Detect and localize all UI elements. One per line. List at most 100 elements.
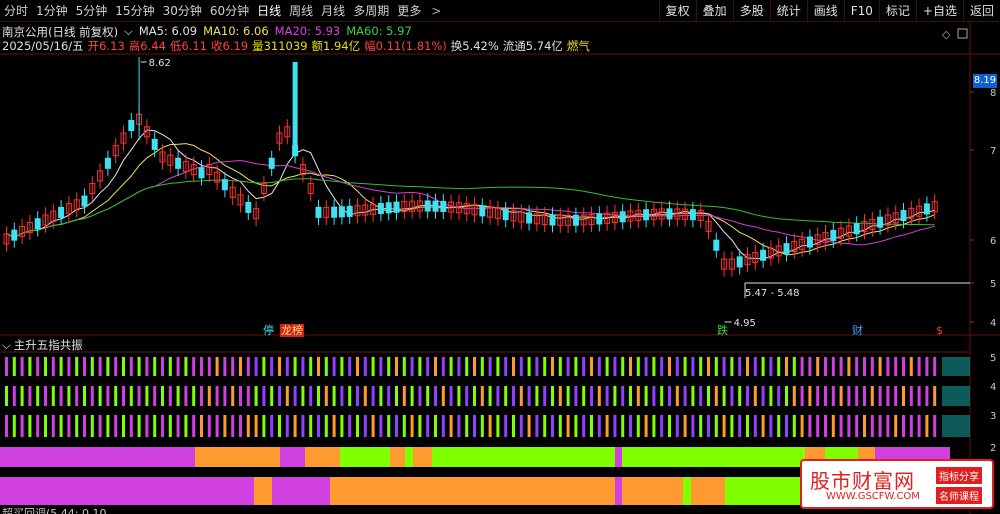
- candle[interactable]: [721, 251, 728, 277]
- candle[interactable]: [658, 201, 665, 227]
- candle[interactable]: [541, 206, 548, 233]
- candle[interactable]: [65, 196, 72, 222]
- indicator-bar: [707, 415, 710, 437]
- candle[interactable]: [619, 204, 626, 230]
- candle[interactable]: [682, 201, 689, 227]
- candle[interactable]: [643, 202, 650, 228]
- row-end-shade: [942, 357, 970, 376]
- candle[interactable]: [81, 188, 88, 214]
- candle[interactable]: [479, 198, 486, 224]
- candle[interactable]: [175, 150, 182, 176]
- candle[interactable]: [323, 199, 330, 225]
- candle[interactable]: [206, 157, 213, 183]
- candle[interactable]: [237, 187, 244, 213]
- candle[interactable]: [502, 202, 509, 228]
- candle[interactable]: [354, 198, 361, 224]
- candle[interactable]: [89, 175, 96, 202]
- subchart-title[interactable]: ⌵ 主升五指共振: [2, 338, 83, 353]
- candle[interactable]: [689, 202, 696, 228]
- indicator-bar: [348, 415, 352, 437]
- window-icon[interactable]: [957, 28, 968, 39]
- candle[interactable]: [424, 193, 431, 219]
- candle[interactable]: [377, 195, 384, 222]
- candle[interactable]: [315, 199, 322, 225]
- indicator-bar: [90, 415, 94, 437]
- candle[interactable]: [11, 222, 18, 248]
- candle[interactable]: [767, 240, 774, 266]
- candle[interactable]: [338, 199, 345, 225]
- candle[interactable]: [112, 138, 119, 164]
- indicator-bar: [356, 415, 359, 437]
- candle[interactable]: [19, 218, 26, 244]
- spike-candle-body[interactable]: [292, 62, 298, 152]
- candle[interactable]: [580, 207, 587, 233]
- candle[interactable]: [3, 226, 10, 252]
- candle[interactable]: [596, 206, 603, 232]
- candle[interactable]: [73, 192, 80, 218]
- indicator-bar: [122, 386, 125, 406]
- indicator-bar: [902, 415, 905, 437]
- candle[interactable]: [791, 233, 798, 260]
- candle[interactable]: [362, 197, 369, 223]
- candle[interactable]: [284, 119, 291, 145]
- candle[interactable]: [588, 206, 595, 233]
- candle[interactable]: [120, 125, 127, 151]
- fall-marker[interactable]: 跌: [716, 324, 729, 337]
- candle[interactable]: [346, 198, 353, 224]
- candle[interactable]: [229, 179, 236, 205]
- candle[interactable]: [471, 197, 478, 223]
- candle[interactable]: [440, 193, 447, 220]
- candle[interactable]: [713, 232, 720, 258]
- candle[interactable]: [783, 236, 790, 262]
- indicator-bar: [613, 357, 617, 376]
- candle[interactable]: [510, 203, 517, 229]
- candle[interactable]: [151, 131, 158, 157]
- candle[interactable]: [549, 207, 556, 233]
- candle[interactable]: [34, 211, 41, 237]
- candle[interactable]: [385, 195, 392, 221]
- indicator-bar: [668, 415, 671, 437]
- indicator-bar: [535, 386, 539, 406]
- candlestick-chart[interactable]: 8 7 6 5 4 5 4 3 2 8.62 4.95 5.47 - 5.48 ◇: [0, 0, 1000, 514]
- candle[interactable]: [253, 201, 260, 227]
- candle[interactable]: [752, 244, 759, 271]
- candle[interactable]: [409, 193, 416, 219]
- candle[interactable]: [494, 200, 501, 226]
- candle[interactable]: [393, 194, 400, 220]
- candle[interactable]: [104, 150, 111, 176]
- candle[interactable]: [666, 201, 673, 227]
- indicator-bar: [785, 415, 788, 437]
- indicator-bar: [44, 386, 47, 406]
- candle[interactable]: [487, 199, 494, 225]
- candle[interactable]: [401, 194, 408, 220]
- stop-marker[interactable]: 停: [262, 324, 275, 337]
- candle[interactable]: [533, 206, 540, 232]
- finance-marker[interactable]: 财: [851, 324, 864, 337]
- candle[interactable]: [245, 194, 252, 220]
- ma10-line: [6, 143, 935, 256]
- candle[interactable]: [276, 125, 283, 151]
- candle[interactable]: [432, 193, 439, 219]
- candle[interactable]: [221, 172, 228, 198]
- candle[interactable]: [268, 150, 275, 176]
- candle[interactable]: [307, 175, 314, 202]
- band-top-segment: [305, 447, 340, 467]
- candle[interactable]: [744, 247, 751, 273]
- candle[interactable]: [331, 199, 338, 225]
- candle[interactable]: [26, 214, 33, 241]
- candle[interactable]: [728, 251, 735, 277]
- candle[interactable]: [705, 213, 712, 239]
- indicator-bar: [668, 386, 671, 406]
- collapse-icon[interactable]: ⌵: [2, 338, 11, 353]
- candle[interactable]: [167, 147, 174, 173]
- dollar-marker[interactable]: $: [935, 324, 944, 337]
- candle[interactable]: [572, 207, 579, 233]
- candle[interactable]: [97, 163, 104, 189]
- indicator-bar: [129, 357, 133, 376]
- candle[interactable]: [557, 207, 564, 233]
- candle[interactable]: [128, 112, 135, 139]
- leader-board-marker[interactable]: 龙榜: [280, 324, 304, 337]
- diamond-icon[interactable]: ◇: [942, 28, 951, 41]
- indicator-bar: [114, 386, 118, 406]
- candle[interactable]: [58, 199, 65, 226]
